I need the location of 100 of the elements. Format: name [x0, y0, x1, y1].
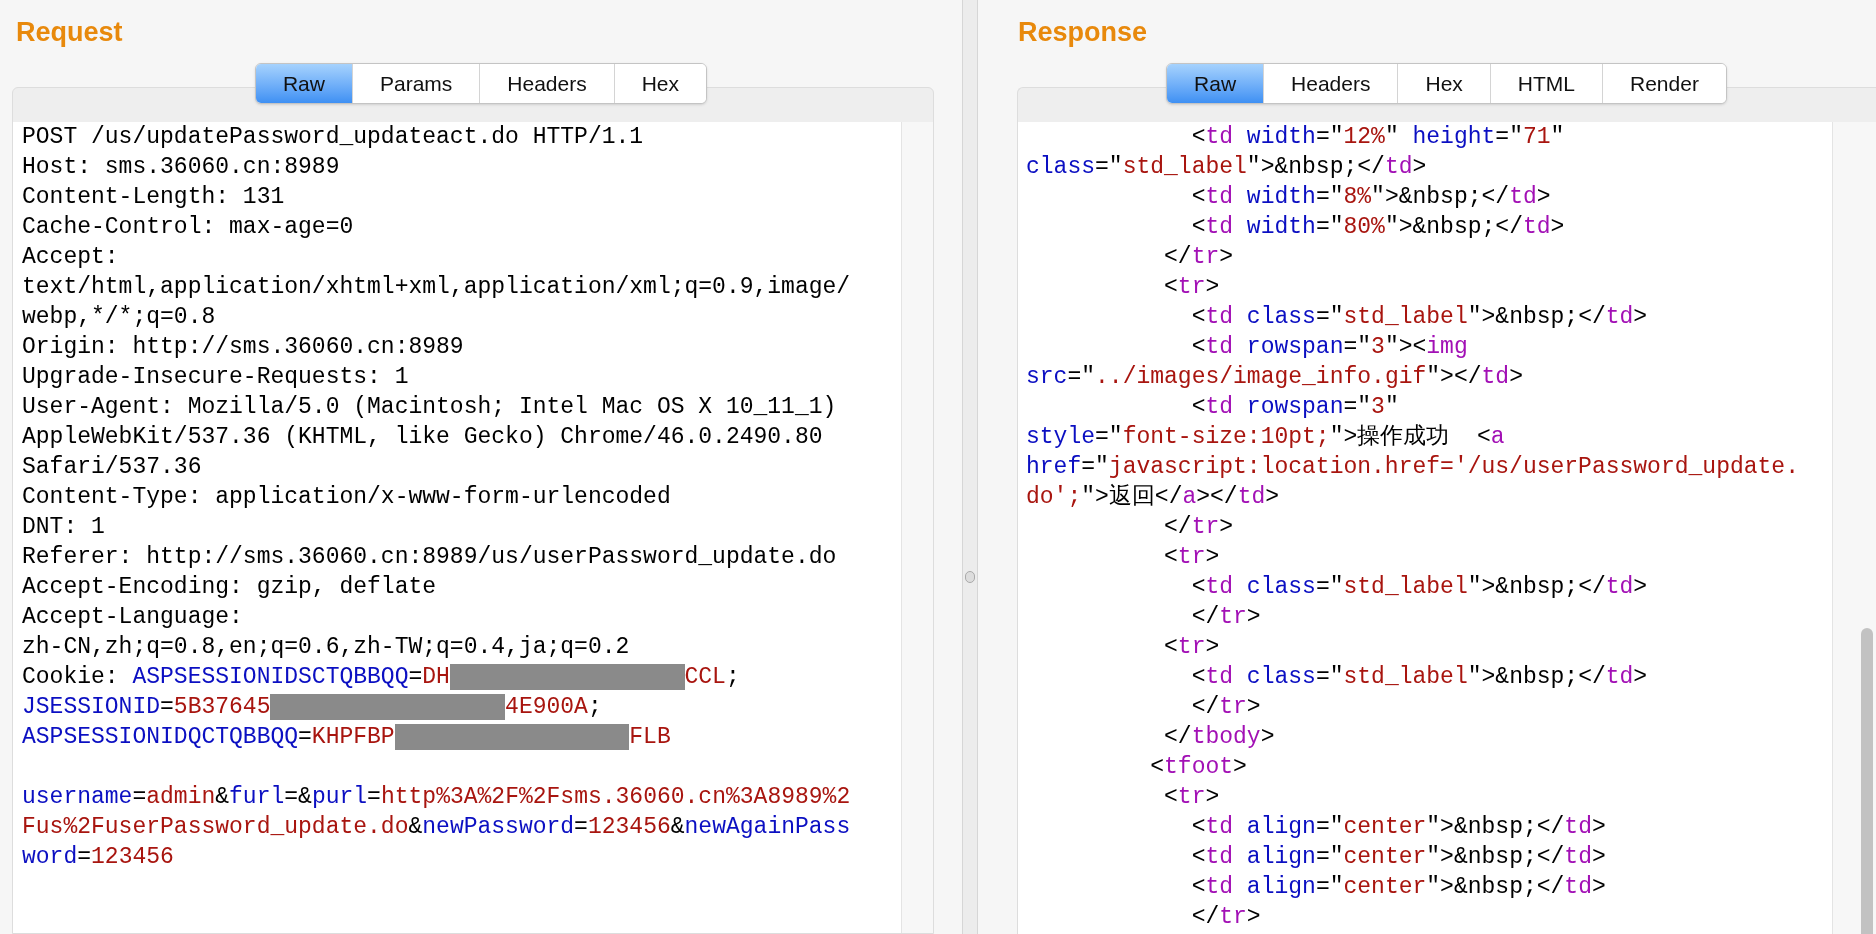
key-value: 123456	[587, 813, 671, 842]
code-text: ="	[1315, 663, 1344, 692]
code-text: >	[1246, 693, 1261, 722]
tag-name: td	[1522, 213, 1551, 242]
code-text: ="	[1315, 873, 1344, 902]
tag-name: td	[1605, 573, 1634, 602]
key-name: align	[1245, 873, 1316, 902]
code-text: </	[1163, 243, 1192, 272]
key-name: rowspan	[1245, 393, 1344, 422]
code-text: ">操作成功 <	[1329, 423, 1491, 452]
tag-name: tr	[1219, 903, 1247, 932]
key-name: class	[1245, 663, 1316, 692]
code-text: >	[1591, 813, 1606, 842]
scrollbar-thumb[interactable]	[1861, 628, 1873, 934]
tag-name: td	[1205, 573, 1234, 602]
code-text: ">&nbsp;</	[1426, 843, 1565, 872]
tag-name: tr	[1177, 633, 1206, 662]
code-text: <	[1163, 783, 1178, 812]
key-value: std_label	[1343, 663, 1468, 692]
code-text: DNT: 1	[22, 513, 105, 542]
tag-name: tr	[1191, 513, 1220, 542]
code-text: =	[367, 783, 381, 812]
key-value: FLB	[629, 723, 671, 752]
key-name: rowspan	[1245, 333, 1344, 362]
tag-name: tr	[1219, 693, 1247, 722]
tag-name: td	[1509, 183, 1537, 212]
tag-name: img	[1426, 333, 1468, 362]
code-text: ="	[1067, 363, 1096, 392]
key-value: javascript:location.href='/us/userPassword_update.	[1108, 453, 1799, 482]
key-value: 5B37645	[173, 693, 271, 722]
tag-name: td	[1205, 333, 1234, 362]
view-tab[interactable]: Headers	[1263, 64, 1398, 103]
code-text: ">&nbsp;</	[1246, 153, 1385, 182]
code-text: "><	[1384, 333, 1427, 362]
key-value: 8%	[1343, 183, 1372, 212]
code-text: "	[1384, 393, 1399, 422]
key-value: font-size:10pt;	[1122, 423, 1330, 452]
code-text: webp,*/*;q=0.8	[22, 303, 216, 332]
code-text: >	[1219, 243, 1234, 272]
code-text: &	[670, 813, 685, 842]
code-text: >	[1246, 903, 1261, 932]
key-name: align	[1245, 813, 1316, 842]
key-name: height	[1412, 123, 1496, 152]
code-text: >	[1412, 153, 1427, 182]
code-text: ="	[1315, 813, 1344, 842]
code-text: Accept:	[22, 243, 119, 272]
code-text: =&	[284, 783, 312, 812]
key-value: 3	[1371, 393, 1385, 422]
code-text: Cache-Control: max-age=0	[22, 213, 354, 242]
code-text: ;	[725, 663, 740, 692]
key-value: 71	[1522, 123, 1551, 152]
panel-title: Response	[1018, 16, 1148, 49]
view-tab[interactable]: Render	[1602, 64, 1726, 103]
key-name: class	[1026, 153, 1095, 182]
view-tab[interactable]: Raw	[255, 64, 352, 103]
view-tab[interactable]: Params	[351, 64, 480, 103]
code-text: User-Agent: Mozilla/5.0 (Macintosh; Intel Mac OS X 10_11_1)	[22, 393, 837, 422]
code-text: >	[1550, 213, 1565, 242]
tag-name: td	[1205, 123, 1234, 152]
code-text: ></	[1196, 483, 1238, 512]
tag-name: td	[1205, 873, 1234, 902]
tag-name: tr	[1219, 603, 1247, 632]
code-text: >	[1205, 633, 1220, 662]
code-text: >	[1260, 723, 1275, 752]
code-text: <	[1190, 663, 1206, 692]
tag-name: tr	[1177, 783, 1206, 812]
code-text: <	[1190, 123, 1206, 152]
code-text: zh-CN,zh;q=0.8,en;q=0.6,zh-TW;q=0.4,ja;q=0.2	[22, 633, 630, 662]
key-value: admin	[146, 783, 216, 812]
code-text: >	[1219, 513, 1234, 542]
view-tab[interactable]: Headers	[479, 64, 614, 103]
code-text: ="	[1343, 333, 1372, 362]
tag-name: td	[1205, 183, 1234, 212]
code-text: ">&nbsp;</	[1467, 303, 1606, 332]
key-value: http%3A%2F%2Fsms.36060.cn%3A8989%2	[380, 783, 851, 812]
key-value: 80%	[1343, 213, 1385, 242]
code-text: >	[1509, 363, 1523, 392]
key-name: align	[1245, 843, 1316, 872]
key-value: DH	[422, 663, 450, 692]
code-text: ">&nbsp;</	[1467, 663, 1606, 692]
tag-name: td	[1564, 813, 1592, 842]
code-text: Safari/537.36	[22, 453, 202, 482]
view-tab[interactable]: Hex	[613, 64, 707, 103]
view-tab[interactable]: Raw	[1167, 64, 1264, 103]
tag-name: td	[1205, 663, 1234, 692]
code-text: AppleWebKit/537.36 (KHTML, like Gecko) Chrome/46.0.2490.80	[22, 423, 823, 452]
view-tab[interactable]: HTML	[1489, 64, 1602, 103]
code-text: ="	[1343, 393, 1372, 422]
code-text: =	[160, 693, 174, 722]
code-text: >	[1205, 543, 1220, 572]
key-value: Fus%2FuserPassword_update.do	[22, 813, 409, 842]
code-text: >	[1233, 753, 1247, 782]
drag-handle-icon[interactable]	[965, 571, 975, 583]
code-text: <	[1149, 753, 1165, 782]
code-text: &	[408, 813, 423, 842]
code-text: ="	[1315, 303, 1344, 332]
key-value: center	[1343, 873, 1427, 902]
view-tab[interactable]: Hex	[1397, 64, 1490, 103]
code-text: <	[1190, 573, 1206, 602]
key-name: class	[1245, 573, 1316, 602]
